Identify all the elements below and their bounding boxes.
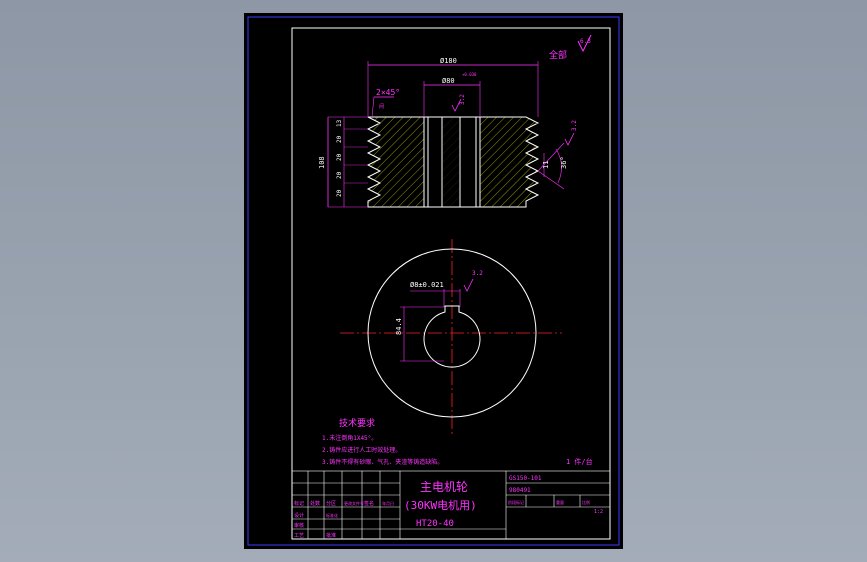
requirement-item: 3.铸件不得有砂眼、气孔、夹渣等铸造缺陷。	[322, 458, 443, 466]
section-left-body	[366, 116, 425, 208]
tb-label: 更改文件号	[344, 500, 364, 506]
drawing-title: 主电机轮	[420, 480, 468, 494]
dim-height-total: 108	[318, 156, 326, 169]
dim-pitch-4: 20	[336, 171, 343, 179]
tb-label: 处数	[310, 500, 320, 507]
technical-requirements: 技术要求 1.未注倒角1X45°。 2.铸件应进行人工时效处理。 3.铸件不得有…	[322, 417, 593, 466]
dim-pitch-3: 20	[336, 153, 343, 161]
material: HT20-40	[416, 519, 454, 529]
dim-chamfer: 2×45°	[376, 88, 400, 97]
tb-label: 分区	[326, 500, 336, 507]
section-right-body	[479, 116, 540, 208]
drawing-code: GS150-101	[509, 475, 542, 482]
section-mark: 间	[379, 103, 384, 110]
roughness-all-value: 6.3	[580, 38, 591, 45]
section-view: Ø180 Ø80 +0.030 2×45° 间 3.2 108 13 20 20…	[318, 57, 578, 208]
roughness-groove-value: 3.2	[571, 120, 578, 131]
cad-drawing: 全部 6.3 Ø180 Ø80 +0.030 2×45° 间 3.2 108 1…	[247, 16, 620, 546]
requirements-title: 技术要求	[339, 417, 375, 429]
roughness-front-value: 3.2	[472, 270, 483, 277]
tb-label: 签名	[364, 500, 374, 507]
drawing-viewport[interactable]: 全部 6.3 Ø180 Ø80 +0.030 2×45° 间 3.2 108 1…	[244, 13, 623, 549]
dim-pitch-1: 13	[336, 119, 343, 127]
tb-label: 设计	[294, 512, 304, 519]
tb-label: 标记	[294, 500, 304, 507]
dim-outer-diameter: Ø180	[440, 57, 457, 65]
dim-keyway-depth: 84.4	[395, 318, 403, 335]
drawing-subtitle: (30KW电机用)	[404, 498, 477, 512]
dim-groove-angle: 36°	[560, 156, 568, 169]
stage-label: 重量	[556, 499, 564, 505]
tb-label: 工艺	[294, 533, 304, 539]
tb-label: 审核	[294, 522, 304, 529]
dim-bore-diameter: Ø80	[442, 77, 455, 85]
dim-pitch-2: 20	[336, 135, 343, 143]
scale: 1:2	[594, 509, 603, 515]
stage-label: 阶段标记	[508, 499, 524, 505]
drawing-code-2: 980491	[509, 487, 531, 494]
front-view: Ø8±0.021 3.2 84.4	[340, 239, 562, 435]
roughness-all-label: 全部	[549, 49, 567, 61]
quantity-note: 1 件/台	[566, 457, 593, 466]
tb-label: 标准化	[326, 512, 338, 518]
tb-label: 批准	[326, 532, 336, 539]
roughness-keyway-value: 3.2	[459, 94, 466, 105]
dim-pitch-5: 20	[336, 189, 343, 197]
dim-bore-tolerance: +0.030	[462, 72, 477, 77]
roughness-all-symbol: 全部 6.3	[549, 34, 592, 61]
requirement-item: 1.未注倒角1X45°。	[322, 434, 377, 442]
requirement-item: 2.铸件应进行人工时效处理。	[322, 446, 401, 454]
dim-groove-depth: 11	[542, 161, 550, 169]
tb-label: 年月日	[382, 500, 394, 506]
dim-keyway-width: Ø8±0.021	[410, 281, 444, 289]
stage-label: 比例	[582, 499, 590, 505]
